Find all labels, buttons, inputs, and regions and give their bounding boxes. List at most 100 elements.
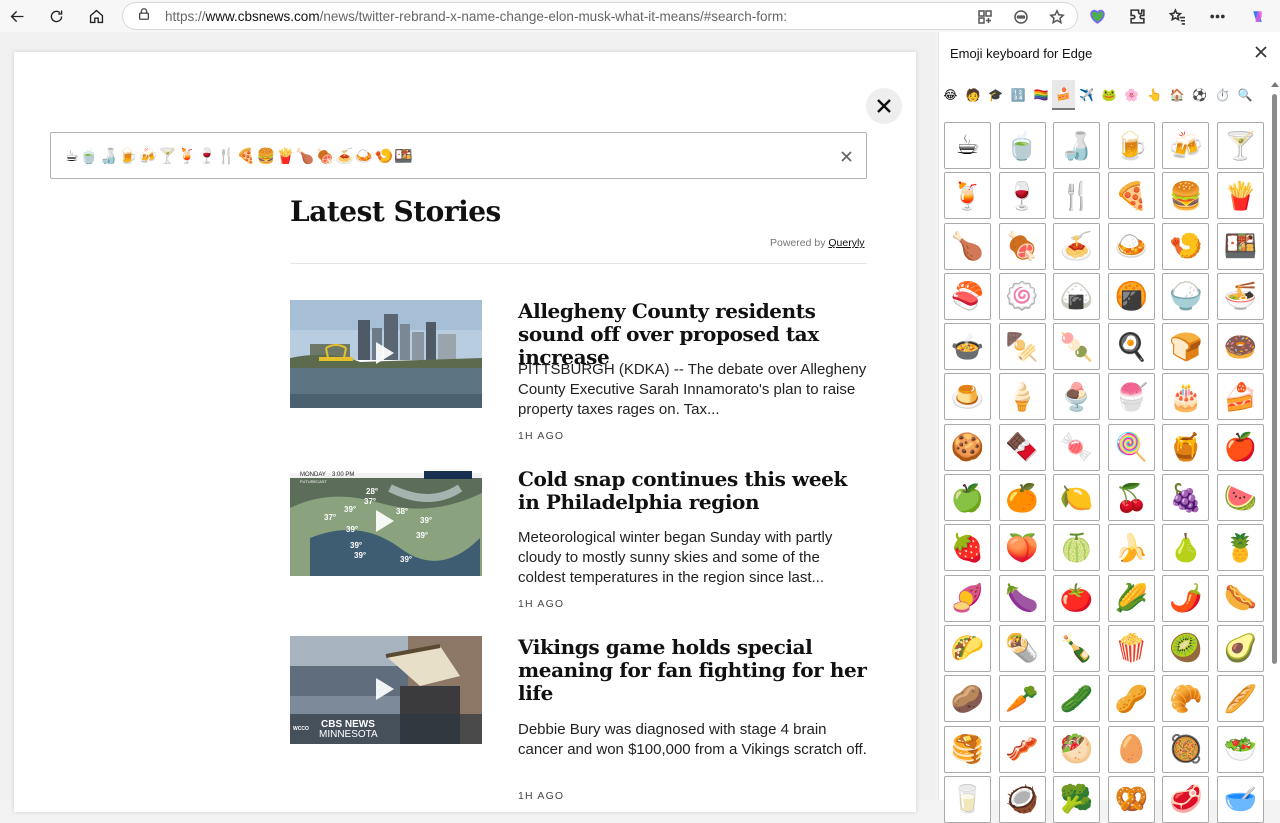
emoji-button[interactable]: 🍻 — [1162, 122, 1210, 169]
emoji-button[interactable]: 🍍 — [1216, 524, 1264, 572]
emoji-button[interactable]: 🍣 — [944, 272, 991, 320]
emoji-category-tab[interactable]: 🧑 — [962, 80, 985, 110]
emoji-button[interactable]: ☕ — [944, 122, 991, 169]
emoji-button[interactable]: 🌭 — [1216, 574, 1264, 622]
emoji-button[interactable]: 🥩 — [1162, 775, 1210, 823]
emoji-button[interactable]: 🍶 — [1053, 122, 1101, 169]
emoji-button[interactable]: 🍿 — [1107, 624, 1155, 672]
emoji-category-tab[interactable]: 🏠 — [1166, 80, 1189, 110]
emoji-button[interactable]: 🍾 — [1053, 624, 1101, 672]
emoji-button[interactable]: 🍢 — [998, 323, 1046, 371]
emoji-button[interactable]: 🍜 — [1216, 272, 1264, 320]
emoji-button[interactable]: 🥨 — [1107, 775, 1155, 823]
emoji-button[interactable]: 🍧 — [1107, 373, 1155, 421]
emoji-button[interactable]: 🥜 — [1107, 675, 1155, 723]
emoji-button[interactable]: 🍚 — [1162, 272, 1210, 320]
emoji-button[interactable]: 🍬 — [1053, 423, 1101, 471]
emoji-button[interactable]: 🍪 — [944, 423, 991, 471]
panel-close-button[interactable] — [1255, 45, 1269, 59]
emoji-button[interactable]: 🥛 — [944, 775, 991, 823]
emoji-button[interactable]: 🌮 — [944, 624, 991, 672]
emoji-button[interactable]: 🥘 — [1162, 725, 1210, 773]
emoji-button[interactable]: 🍖 — [998, 222, 1046, 270]
emoji-button[interactable]: 🌯 — [998, 624, 1046, 672]
emoji-button[interactable]: 🍊 — [998, 474, 1046, 522]
scrollbar-thumb[interactable] — [1272, 94, 1277, 664]
story-thumbnail[interactable]: MONDAY 3:00 PM FUTURECAST 28° 37° 39° 37… — [290, 468, 482, 576]
home-button[interactable] — [80, 0, 112, 32]
clear-search-button[interactable] — [838, 148, 854, 164]
emoji-button[interactable]: 🍙 — [1053, 272, 1101, 320]
emoji-button[interactable]: 🥓 — [998, 725, 1046, 773]
emoji-button[interactable]: 🌶️ — [1162, 574, 1210, 622]
panel-scrollbar[interactable] — [1270, 80, 1280, 800]
lock-icon[interactable] — [137, 7, 151, 26]
emoji-button[interactable]: 🍐 — [1162, 524, 1210, 572]
emoji-button[interactable]: 🍓 — [944, 524, 991, 572]
emoji-button[interactable]: 🍕 — [1107, 172, 1155, 220]
emoji-button[interactable]: 🍞 — [1162, 323, 1210, 371]
story-title[interactable]: Cold snap continues this week in Philade… — [518, 468, 868, 514]
emoji-button[interactable]: 🥔 — [944, 675, 991, 723]
tracking-prevention-icon[interactable] — [1009, 6, 1033, 28]
queryly-link[interactable]: Queryly — [828, 237, 864, 249]
emoji-button[interactable]: 🥥 — [998, 775, 1046, 823]
emoji-button[interactable]: 🍠 — [944, 574, 991, 622]
emoji-button[interactable]: 🍯 — [1162, 423, 1210, 471]
emoji-button[interactable]: 🍲 — [944, 323, 991, 371]
emoji-button[interactable]: 🍆 — [998, 574, 1046, 622]
emoji-button[interactable]: 🍩 — [1216, 323, 1264, 371]
emoji-button[interactable]: 🌽 — [1107, 574, 1155, 622]
emoji-button[interactable]: 🥙 — [1053, 725, 1101, 773]
emoji-button[interactable]: 🍺 — [1107, 122, 1155, 169]
emoji-category-tab[interactable]: 👆 — [1143, 80, 1166, 110]
story-thumbnail[interactable]: WCCO CBS NEWS MINNESOTA — [290, 636, 482, 744]
search-input[interactable]: ☕🍵🍶🍺🍻🍸🍹🍷🍴🍕🍔🍟🍗🍖🍝🍛🍤🍱 — [50, 132, 867, 179]
more-menu-icon[interactable] — [1200, 1, 1234, 31]
emoji-button[interactable]: 🍷 — [998, 172, 1046, 220]
emoji-button[interactable]: 🍋 — [1053, 474, 1101, 522]
refresh-button[interactable] — [40, 0, 72, 32]
emoji-button[interactable]: 🍥 — [998, 272, 1046, 320]
emoji-category-tab[interactable]: ⚽ — [1189, 80, 1212, 110]
emoji-button[interactable]: 🍟 — [1216, 172, 1264, 220]
emoji-button[interactable]: 🍦 — [998, 373, 1046, 421]
story-item[interactable]: MONDAY 3:00 PM FUTURECAST 28° 37° 39° 37… — [290, 468, 870, 618]
emoji-button[interactable]: 🥐 — [1162, 675, 1210, 723]
emoji-category-tab[interactable]: ✈️ — [1075, 80, 1098, 110]
emoji-button[interactable]: 🍭 — [1107, 423, 1155, 471]
emoji-category-tab[interactable]: 🎓 — [984, 80, 1007, 110]
address-bar[interactable]: https://www.cbsnews.com/news/twitter-reb… — [122, 2, 1078, 30]
emoji-button[interactable]: 🍅 — [1053, 574, 1101, 622]
emoji-button[interactable]: 🍉 — [1216, 474, 1264, 522]
scroll-up-arrow[interactable] — [1271, 82, 1279, 87]
emoji-category-tab[interactable]: 😂 — [939, 80, 962, 110]
emoji-category-tab[interactable]: 🔢 — [1007, 80, 1030, 110]
emoji-button[interactable]: 🥞 — [944, 725, 991, 773]
emoji-button[interactable]: 🥝 — [1162, 624, 1210, 672]
emoji-button[interactable]: 🍌 — [1107, 524, 1155, 572]
emoji-category-tab[interactable]: 🍰 — [1052, 80, 1076, 110]
search-query[interactable]: ☕🍵🍶🍺🍻🍸🍹🍷🍴🍕🍔🍟🍗🍖🍝🍛🍤🍱 — [65, 147, 414, 165]
url-text[interactable]: https://www.cbsnews.com/news/twitter-reb… — [165, 9, 787, 24]
emoji-button[interactable]: 🍸 — [1216, 122, 1264, 169]
emoji-button[interactable]: 🍎 — [1216, 423, 1264, 471]
emoji-button[interactable]: 🍇 — [1162, 474, 1210, 522]
favorite-star-icon[interactable] — [1045, 6, 1069, 28]
favorites-icon[interactable] — [1160, 1, 1194, 31]
emoji-button[interactable]: 🥒 — [1053, 675, 1101, 723]
emoji-button[interactable]: 🥦 — [1053, 775, 1101, 823]
emoji-category-tab[interactable]: 🌸 — [1121, 80, 1144, 110]
emoji-button[interactable]: 🍮 — [944, 373, 991, 421]
emoji-button[interactable]: 🥗 — [1216, 725, 1264, 773]
story-title[interactable]: Allegheny County residents sound off ove… — [518, 300, 868, 369]
emoji-button[interactable]: 🍴 — [1053, 172, 1101, 220]
story-thumbnail[interactable] — [290, 300, 482, 408]
emoji-button[interactable]: 🥚 — [1107, 725, 1155, 773]
emoji-category-tab[interactable]: ⏱️ — [1211, 80, 1234, 110]
emoji-button[interactable]: 🍈 — [1053, 524, 1101, 572]
emoji-button[interactable]: 🍑 — [998, 524, 1046, 572]
emoji-button[interactable]: 🥣 — [1216, 775, 1264, 823]
emoji-button[interactable]: 🍡 — [1053, 323, 1101, 371]
emoji-category-tab[interactable]: 🔍 — [1234, 80, 1257, 110]
